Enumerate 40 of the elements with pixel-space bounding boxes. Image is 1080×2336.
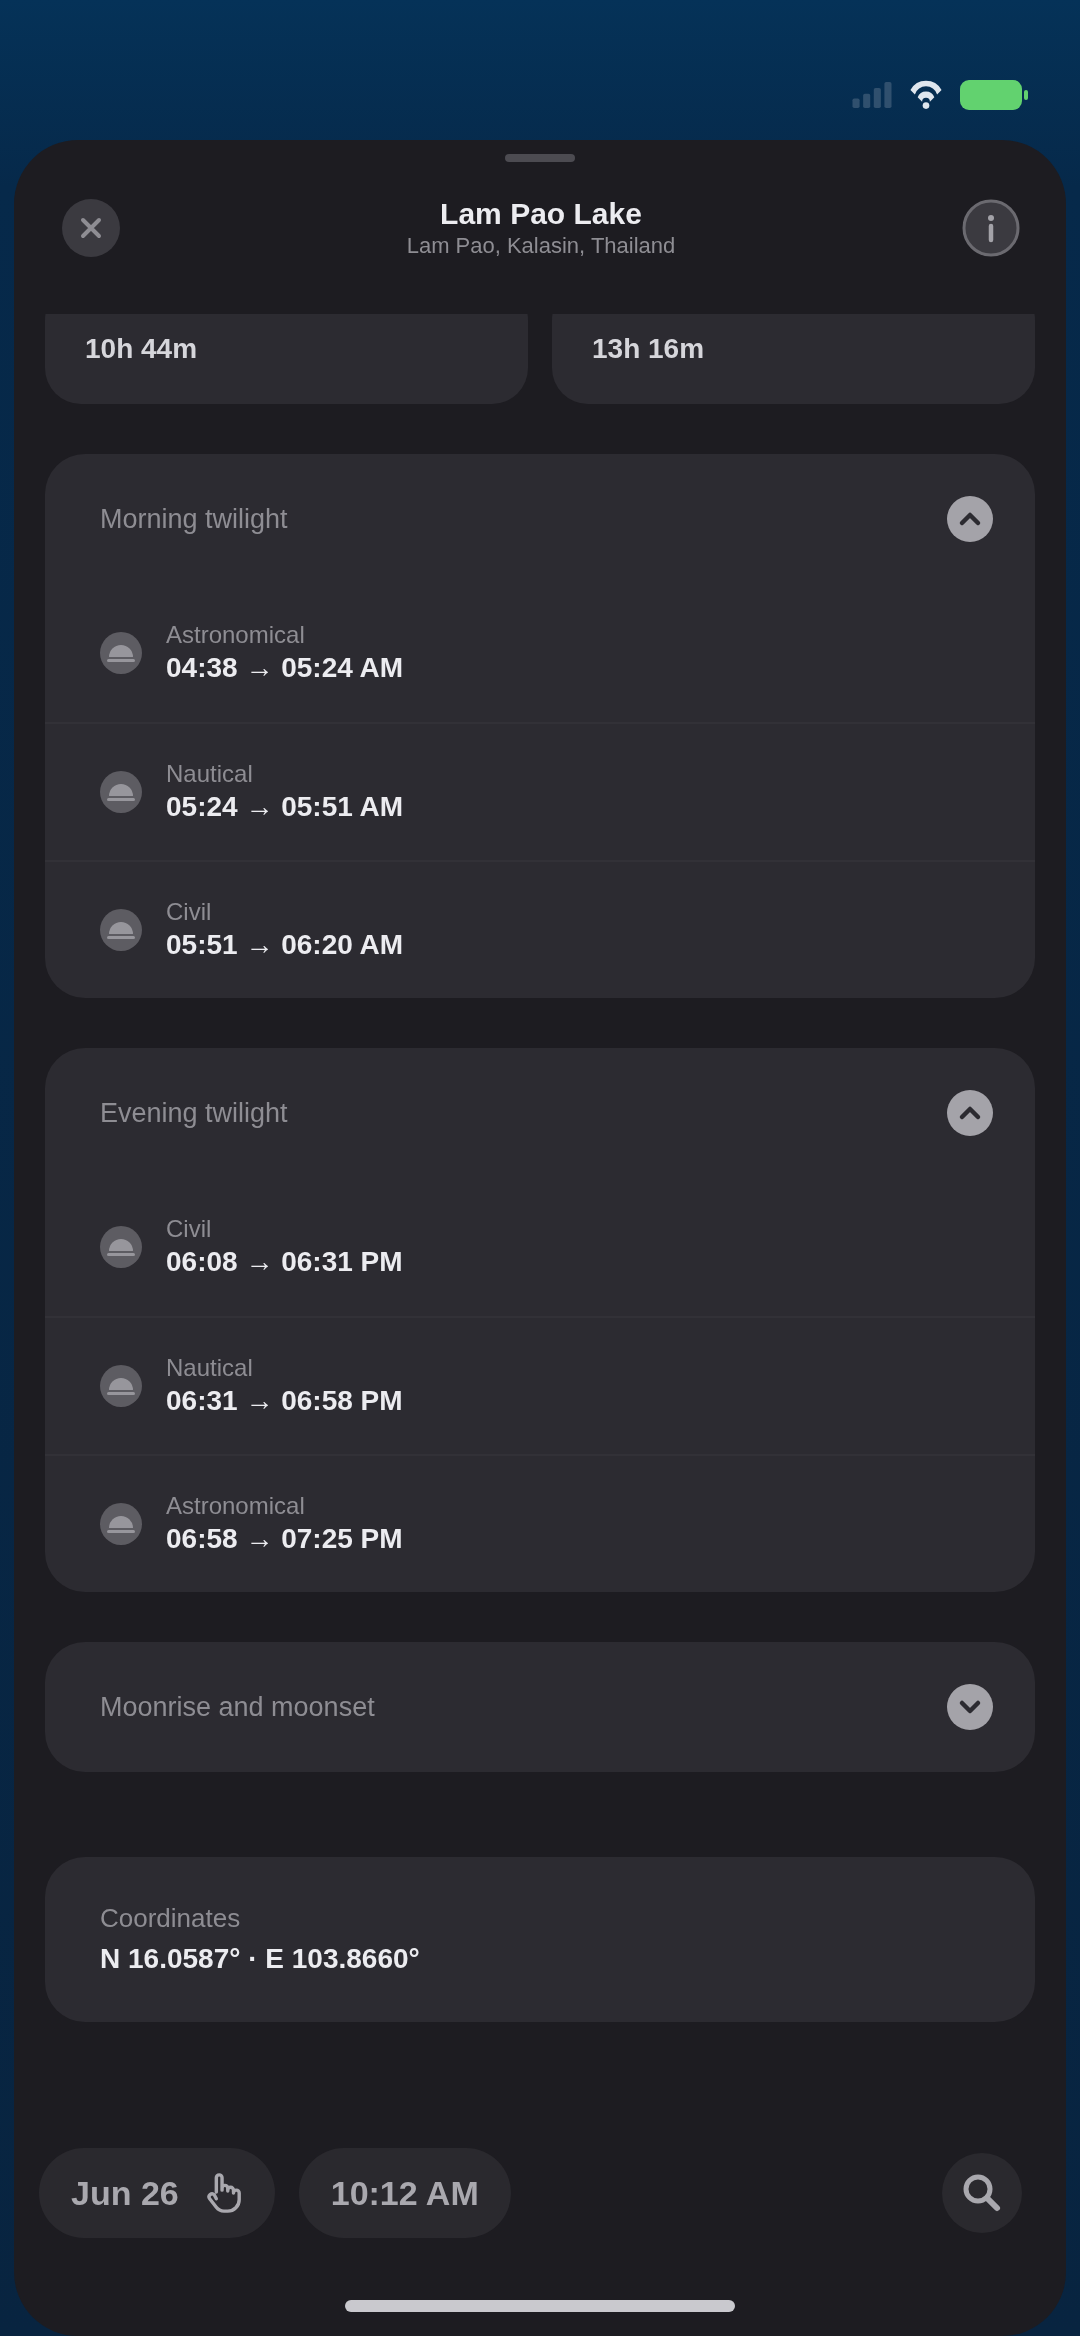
location-subtitle: Lam Pao, Kalasin, Thailand (406, 231, 676, 260)
close-icon (62, 199, 120, 257)
sun-horizon-icon (100, 771, 142, 813)
sun-horizon-icon (100, 1365, 142, 1407)
info-icon (962, 199, 1020, 257)
sun-horizon-icon (100, 1226, 142, 1268)
twilight-time: 06:58 → 07:25 PM (166, 1522, 403, 1557)
sun-horizon-icon (100, 909, 142, 951)
section-title: Moonrise and moonset (100, 1690, 375, 1724)
twilight-time: 04:38 → 05:24 AM (166, 651, 404, 686)
grabber-handle[interactable] (505, 154, 575, 162)
chevron-down-icon[interactable] (947, 1684, 993, 1730)
sun-horizon-icon (100, 632, 142, 674)
coordinates-value: N 16.0587° · E 103.8660° (100, 1942, 421, 1976)
twilight-time: 05:51 → 06:20 AM (166, 928, 404, 963)
wifi-icon (908, 80, 944, 110)
twilight-label: Civil (166, 1214, 213, 1245)
info-button[interactable] (962, 199, 1020, 257)
chevron-up-icon[interactable] (947, 1090, 993, 1136)
battery-icon (960, 80, 1028, 110)
coordinates-label: Coordinates (100, 1902, 242, 1935)
twilight-time: 05:24 → 05:51 AM (166, 790, 404, 825)
twilight-label: Nautical (166, 759, 254, 790)
location-title: Lam Pao Lake (439, 195, 643, 232)
section-title: Morning twilight (100, 502, 288, 536)
chevron-up-icon[interactable] (947, 496, 993, 542)
duration-tile: 13h 16m (552, 314, 1035, 404)
section-title: Evening twilight (100, 1096, 288, 1130)
twilight-label: Civil (166, 897, 213, 928)
date-button[interactable]: Jun 26 (39, 2148, 275, 2238)
twilight-time: 06:31 → 06:58 PM (166, 1384, 403, 1419)
duration-tile: 10h 44m (45, 314, 528, 404)
close-button[interactable] (62, 199, 120, 257)
twilight-label: Nautical (166, 1353, 254, 1384)
twilight-label: Astronomical (166, 1491, 306, 1522)
sun-horizon-icon (100, 1503, 142, 1545)
signal-bars-icon (852, 82, 892, 108)
twilight-time: 06:08 → 06:31 PM (166, 1245, 403, 1280)
twilight-label: Astronomical (166, 620, 306, 651)
time-button[interactable]: 10:12 AM (298, 2148, 511, 2238)
